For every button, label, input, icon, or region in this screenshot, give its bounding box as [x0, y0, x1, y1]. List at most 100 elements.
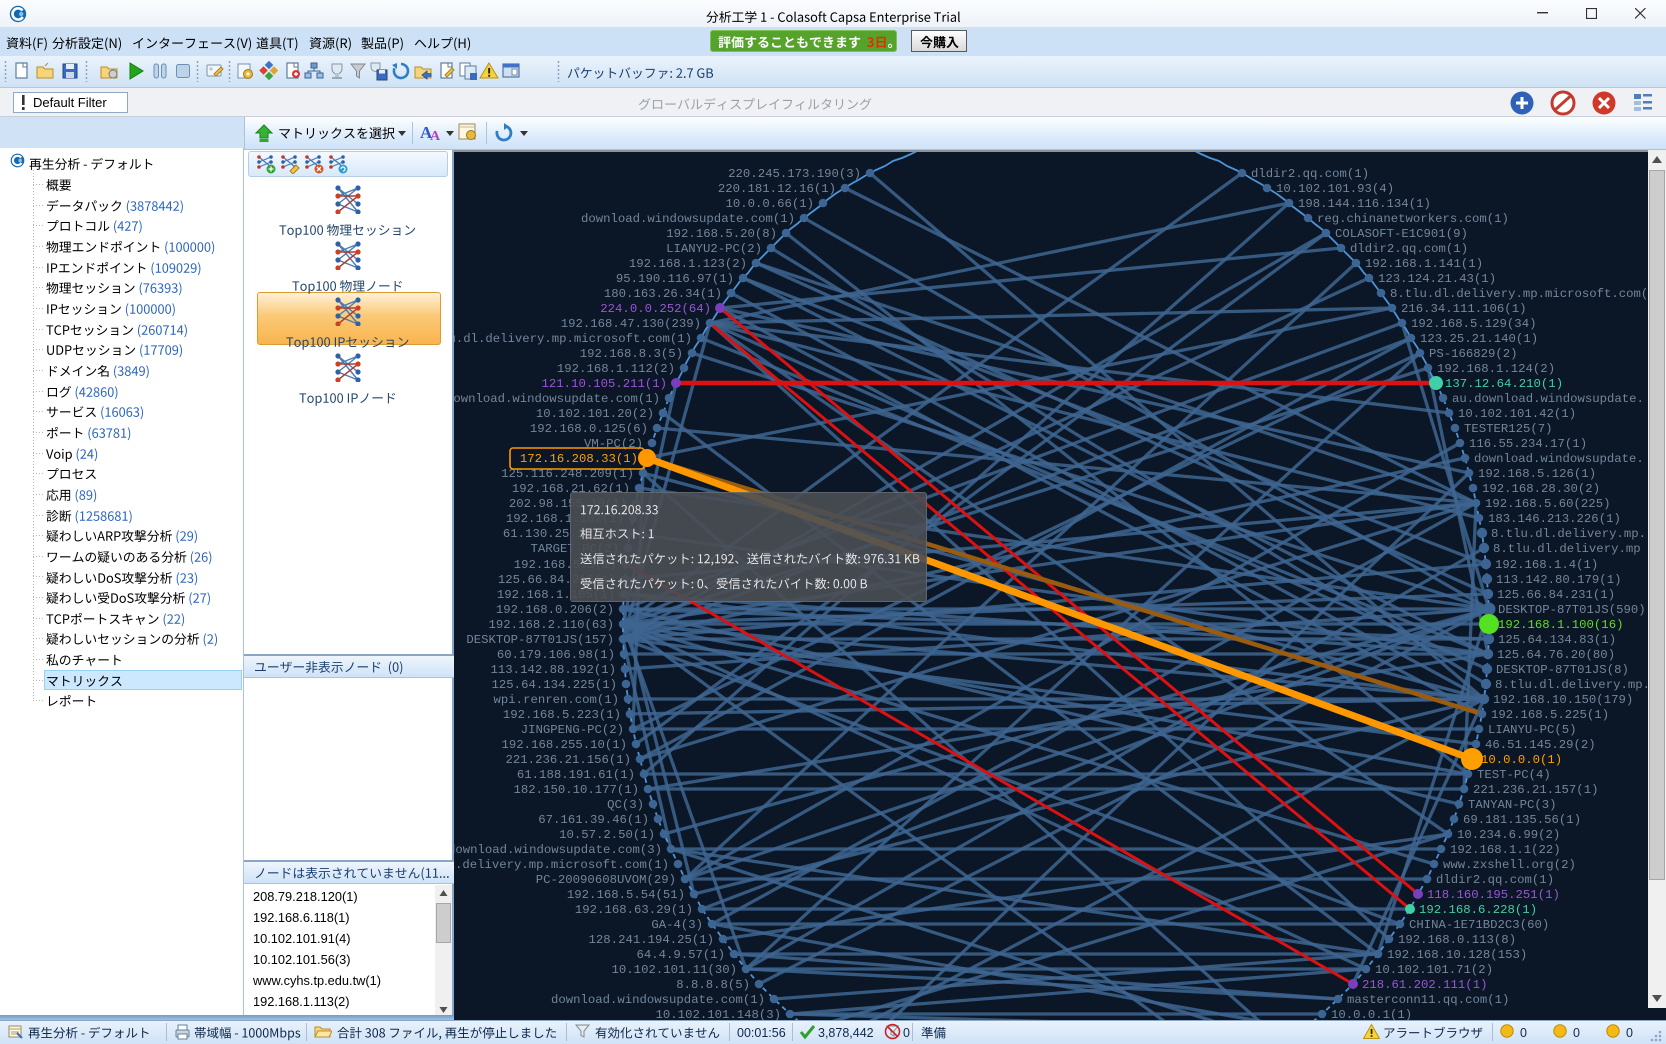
svg-text:10.0.0.0(1): 10.0.0.0(1): [1481, 753, 1562, 767]
svg-text:192.168.5.225(1): 192.168.5.225(1): [1491, 708, 1609, 722]
svg-text:10.102.101.11(30): 10.102.101.11(30): [612, 963, 737, 977]
svg-text:192.168.5.223(1): 192.168.5.223(1): [503, 708, 621, 722]
svg-text:dldir2.qq.com(1): dldir2.qq.com(1): [1350, 242, 1468, 256]
svg-text:192.168.0.113(8): 192.168.0.113(8): [1398, 933, 1516, 947]
svg-text:192.168.1.123(2): 192.168.1.123(2): [629, 257, 747, 271]
svg-text:QC(3): QC(3): [607, 798, 644, 812]
svg-text:10.57.2.50(1): 10.57.2.50(1): [559, 828, 655, 842]
svg-text:DESKTOP-87T01JS(590): DESKTOP-87T01JS(590): [1498, 603, 1646, 617]
svg-text:PS-166829(2): PS-166829(2): [1429, 347, 1518, 361]
svg-text:192.168.1.100(16): 192.168.1.100(16): [1498, 618, 1623, 632]
svg-text:8.tlu.dl.delivery.mp.microsoft: 8.tlu.dl.delivery.mp.microsoft.com(: [1390, 287, 1648, 301]
svg-text:download.windowsupdate.: download.windowsupdate.: [1474, 452, 1644, 466]
svg-text:125.64.76.20(80): 125.64.76.20(80): [1497, 648, 1615, 662]
svg-text:TEST-PC(4): TEST-PC(4): [1477, 768, 1551, 782]
svg-text:COLASOFT-E1C901(9): COLASOFT-E1C901(9): [1335, 227, 1468, 241]
svg-text:192.168.1.1(22): 192.168.1.1(22): [1450, 843, 1561, 857]
svg-text:dldir2.qq.com(1): dldir2.qq.com(1): [1251, 167, 1369, 181]
svg-text:LIANYU-PC(5): LIANYU-PC(5): [1488, 723, 1577, 737]
svg-text:64.4.9.57(1): 64.4.9.57(1): [636, 948, 725, 962]
svg-text:192.168.47.130(239): 192.168.47.130(239): [561, 317, 701, 331]
svg-text:220.181.12.16(1): 220.181.12.16(1): [718, 182, 836, 196]
svg-text:DESKTOP-87T01JS(157): DESKTOP-87T01JS(157): [466, 633, 614, 647]
svg-text:125.64.134.225(1): 125.64.134.225(1): [492, 678, 617, 692]
svg-text:LIANYU2-PC(2): LIANYU2-PC(2): [666, 242, 762, 256]
svg-text:8.8.8.8(5): 8.8.8.8(5): [676, 978, 750, 992]
svg-text:www.zxshell.org(2): www.zxshell.org(2): [1443, 858, 1576, 872]
svg-text:masterconn11.qq.com(1): masterconn11.qq.com(1): [1347, 993, 1509, 1007]
svg-text:192.168.0.125(6): 192.168.0.125(6): [530, 422, 648, 436]
svg-text:192.168.5.20(8): 192.168.5.20(8): [666, 227, 777, 241]
svg-text:10.234.6.99(2): 10.234.6.99(2): [1457, 828, 1560, 842]
svg-text:CHINA-1E71BD2C3(60): CHINA-1E71BD2C3(60): [1409, 918, 1549, 932]
svg-text:10.102.101.148(3): 10.102.101.148(3): [656, 1008, 781, 1020]
svg-text:95.190.116.97(1): 95.190.116.97(1): [616, 272, 734, 286]
svg-text:121.10.105.211(1): 121.10.105.211(1): [542, 377, 667, 391]
svg-text:67.161.39.46(1): 67.161.39.46(1): [538, 813, 649, 827]
svg-text:8.tlu.dl.delivery.mp: 8.tlu.dl.delivery.mp: [1493, 542, 1641, 556]
svg-text:10.102.101.71(2): 10.102.101.71(2): [1375, 963, 1493, 977]
svg-text:192.168.1.112(2): 192.168.1.112(2): [557, 362, 675, 376]
svg-text:192.168.5.54(51): 192.168.5.54(51): [567, 888, 685, 902]
svg-text:au.download.windowsupdate.: au.download.windowsupdate.: [1452, 392, 1644, 406]
svg-text:GA-4(3): GA-4(3): [651, 918, 703, 932]
svg-text:182.150.10.177(1): 182.150.10.177(1): [514, 783, 639, 797]
svg-text:192.168.8.3(5): 192.168.8.3(5): [580, 347, 683, 361]
svg-text:192.168.1.141(1): 192.168.1.141(1): [1365, 257, 1483, 271]
svg-text:180.163.26.34(1): 180.163.26.34(1): [604, 287, 722, 301]
svg-text:reg.chinanetworkers.com(1): reg.chinanetworkers.com(1): [1317, 212, 1509, 226]
svg-text:192.168.1.4(1): 192.168.1.4(1): [1495, 558, 1598, 572]
svg-text:198.144.116.134(1): 198.144.116.134(1): [1298, 197, 1431, 211]
svg-text:192.168.6.228(1): 192.168.6.228(1): [1419, 903, 1537, 917]
svg-text:172.16.208.33(1): 172.16.208.33(1): [520, 452, 638, 466]
svg-text:10.102.101.93(4): 10.102.101.93(4): [1276, 182, 1394, 196]
svg-text:JINGPENG-PC(2): JINGPENG-PC(2): [521, 723, 624, 737]
svg-text:123.124.21.43(1): 123.124.21.43(1): [1378, 272, 1496, 286]
svg-text:192.168.10.128(153): 192.168.10.128(153): [1387, 948, 1527, 962]
svg-text:123.25.21.140(1): 123.25.21.140(1): [1420, 332, 1538, 346]
svg-text:221.236.21.156(1): 221.236.21.156(1): [506, 753, 631, 767]
svg-text:61.188.191.61(1): 61.188.191.61(1): [517, 768, 635, 782]
svg-text:8.tlu.dl.delivery.mp.: 8.tlu.dl.delivery.mp.: [1491, 527, 1646, 541]
svg-text:TANYAN-PC(3): TANYAN-PC(3): [1468, 798, 1557, 812]
svg-text:220.245.173.190(3): 220.245.173.190(3): [728, 167, 861, 181]
svg-text:60.179.106.98(1): 60.179.106.98(1): [497, 648, 615, 662]
svg-text:192.168.5.126(1): 192.168.5.126(1): [1478, 467, 1596, 481]
svg-text:download.windowsupdate.com(1): download.windowsupdate.com(1): [454, 392, 660, 406]
svg-text:download.windowsupdate.com(3): download.windowsupdate.com(3): [454, 843, 662, 857]
svg-text:192.168.63.29(1): 192.168.63.29(1): [575, 903, 693, 917]
svg-text:8.tlu.dl.delivery.mp.: 8.tlu.dl.delivery.mp.: [1495, 678, 1648, 692]
svg-text:download.windowsupdate.com(1): download.windowsupdate.com(1): [551, 993, 765, 1007]
svg-text:224.0.0.252(64): 224.0.0.252(64): [600, 302, 711, 316]
svg-text:113.142.88.192(1): 113.142.88.192(1): [491, 663, 616, 677]
svg-text:dldir2.qq.com(1): dldir2.qq.com(1): [1436, 873, 1554, 887]
svg-text:116.55.234.17(1): 116.55.234.17(1): [1469, 437, 1587, 451]
svg-text:PC-20090608UVOM(29): PC-20090608UVOM(29): [536, 873, 676, 887]
svg-text:183.146.213.226(1): 183.146.213.226(1): [1488, 512, 1621, 526]
svg-text:125.66.84.231(1): 125.66.84.231(1): [1497, 588, 1615, 602]
svg-text:216.34.111.106(1): 216.34.111.106(1): [1401, 302, 1526, 316]
svg-text:125.64.134.83(1): 125.64.134.83(1): [1498, 633, 1616, 647]
svg-text:wpi.renren.com(1): wpi.renren.com(1): [494, 693, 619, 707]
svg-text:192.168.2.110(63): 192.168.2.110(63): [489, 618, 614, 632]
svg-text:A: A: [430, 129, 441, 144]
svg-text:VM-PC(2): VM-PC(2): [584, 437, 643, 451]
svg-text:10.0.0.1(1): 10.0.0.1(1): [1331, 1008, 1412, 1020]
svg-text:192.168.1.124(2): 192.168.1.124(2): [1437, 362, 1555, 376]
svg-text:192.168.28.30(2): 192.168.28.30(2): [1482, 482, 1600, 496]
svg-text:DESKTOP-87T01JS(8): DESKTOP-87T01JS(8): [1496, 663, 1629, 677]
svg-text:137.12.64.210(1): 137.12.64.210(1): [1445, 377, 1563, 391]
svg-text:192.168.255.10(1): 192.168.255.10(1): [502, 738, 627, 752]
svg-text:192.168.5.60(225): 192.168.5.60(225): [1485, 497, 1610, 511]
svg-text:113.142.80.179(1): 113.142.80.179(1): [1496, 573, 1621, 587]
svg-text:192.168.5.129(34): 192.168.5.129(34): [1411, 317, 1536, 331]
svg-text:10.102.101.20(2): 10.102.101.20(2): [536, 407, 654, 421]
svg-text:69.181.135.56(1): 69.181.135.56(1): [1463, 813, 1581, 827]
svg-text:118.160.195.251(1): 118.160.195.251(1): [1427, 888, 1560, 902]
svg-text:192.168.0.206(2): 192.168.0.206(2): [496, 603, 614, 617]
svg-text:128.241.194.25(1): 128.241.194.25(1): [589, 933, 714, 947]
svg-text:8.dl.delivery.mp.microsoft.com: 8.dl.delivery.mp.microsoft.com(1): [454, 858, 669, 872]
svg-text:192.168.10.150(179): 192.168.10.150(179): [1493, 693, 1633, 707]
svg-text:download.windowsupdate.com(1): download.windowsupdate.com(1): [581, 212, 795, 226]
svg-text:46.51.145.29(2): 46.51.145.29(2): [1485, 738, 1596, 752]
